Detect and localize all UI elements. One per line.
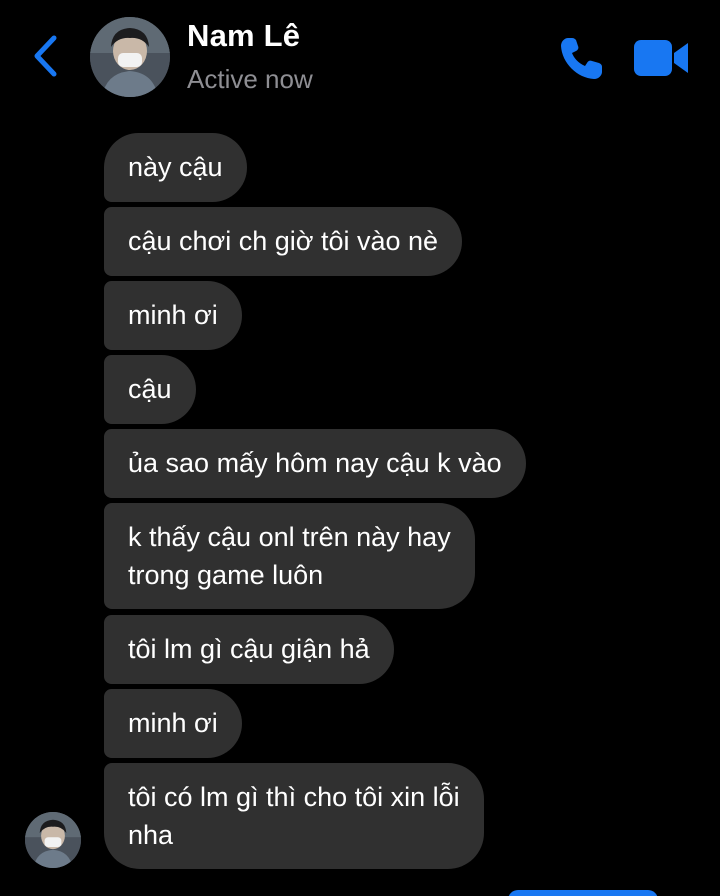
- message-bubble[interactable]: ủa sao mấy hôm nay cậu k vào: [104, 429, 526, 498]
- message-bubble[interactable]: tôi lm gì cậu giận hả: [104, 615, 394, 684]
- message-list: này cậu cậu chơi ch giờ tôi vào nè minh …: [0, 0, 720, 896]
- outgoing-message-bubble[interactable]: [508, 890, 658, 896]
- avatar-photo: [25, 812, 81, 868]
- message-bubble[interactable]: này cậu: [104, 133, 247, 202]
- message-bubble[interactable]: minh ơi: [104, 689, 242, 758]
- message-bubble[interactable]: cậu chơi ch giờ tôi vào nè: [104, 207, 463, 276]
- message-bubble[interactable]: cậu: [104, 355, 196, 424]
- message-bubble[interactable]: k thấy cậu onl trên này hay trong game l…: [104, 503, 475, 609]
- message-bubble[interactable]: minh ơi: [104, 281, 242, 350]
- chat-screen: Nam Lê Active now này cậu cậu chơi ch gi…: [0, 0, 720, 896]
- message-bubble[interactable]: tôi có lm gì thì cho tôi xin lỗi nha: [104, 763, 484, 869]
- sender-avatar[interactable]: [25, 812, 81, 868]
